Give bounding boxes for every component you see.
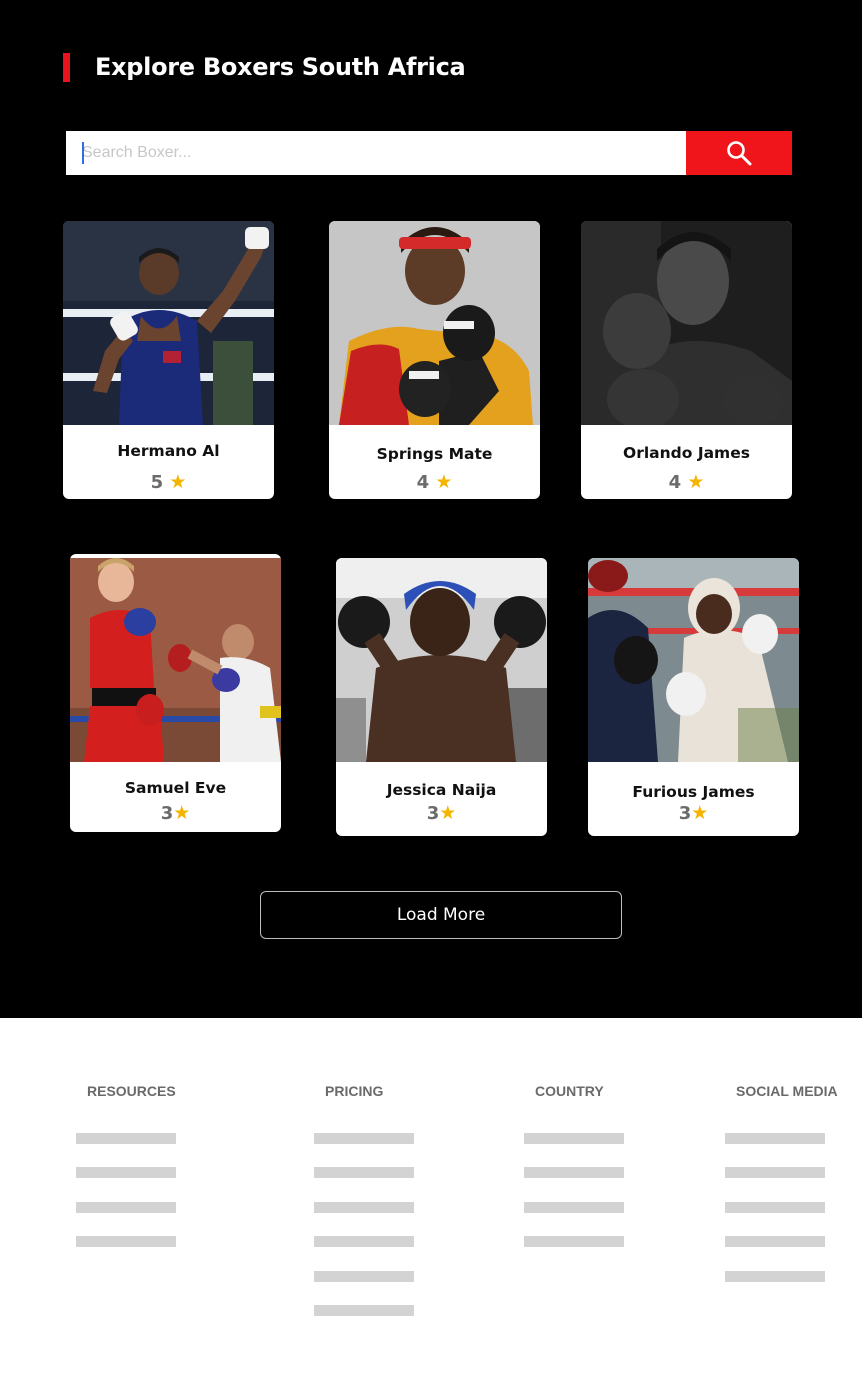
footer-link-placeholder[interactable] xyxy=(524,1167,624,1178)
rating-value: 3 xyxy=(160,803,174,824)
boxer-name: Samuel Eve xyxy=(124,779,227,797)
footer-link-placeholder[interactable] xyxy=(76,1202,176,1213)
rating-value: 3 xyxy=(678,803,692,824)
footer-link-placeholder[interactable] xyxy=(314,1167,414,1178)
page-title: Explore Boxers South Africa xyxy=(95,53,466,81)
rating-value: 5 xyxy=(150,472,164,493)
load-more-button[interactable]: Load More xyxy=(260,891,622,939)
boxer-photo xyxy=(329,221,540,425)
boxer-card[interactable]: Springs Mate 4 ★ xyxy=(329,221,540,499)
boxer-card[interactable]: Orlando James 4 ★ xyxy=(581,221,792,499)
rating-value: 4 xyxy=(668,472,682,493)
boxer-rating: 3★ xyxy=(336,802,547,824)
boxer-photo xyxy=(70,558,281,762)
boxer-name: Furious James xyxy=(632,783,755,801)
footer-link-placeholder[interactable] xyxy=(314,1236,414,1247)
footer-link-placeholder[interactable] xyxy=(725,1133,825,1144)
boxer-rating: 4 ★ xyxy=(329,471,540,493)
boxer-card[interactable]: Samuel Eve 3★ xyxy=(70,554,281,832)
search-input[interactable] xyxy=(66,131,686,175)
boxer-rating: 5 ★ xyxy=(63,471,274,493)
search-button[interactable] xyxy=(686,131,792,175)
search-icon xyxy=(727,141,752,166)
star-icon: ★ xyxy=(439,802,457,824)
footer-link-placeholder[interactable] xyxy=(524,1202,624,1213)
footer-link-placeholder[interactable] xyxy=(76,1133,176,1144)
footer-link-placeholder[interactable] xyxy=(314,1202,414,1213)
footer-title-social-media: SOCIAL MEDIA xyxy=(736,1083,838,1099)
footer-link-placeholder[interactable] xyxy=(314,1271,414,1282)
footer-link-placeholder[interactable] xyxy=(725,1202,825,1213)
rating-value: 3 xyxy=(426,803,440,824)
boxer-name: Springs Mate xyxy=(376,445,493,463)
footer-link-placeholder[interactable] xyxy=(725,1236,825,1247)
rating-value: 4 xyxy=(416,472,430,493)
footer-title-pricing: PRICING xyxy=(325,1083,384,1099)
star-icon: ★ xyxy=(691,802,709,824)
boxer-photo xyxy=(63,221,274,425)
boxer-card[interactable]: Furious James 3★ xyxy=(588,558,799,836)
footer-link-placeholder[interactable] xyxy=(314,1133,414,1144)
footer-link-placeholder[interactable] xyxy=(76,1236,176,1247)
footer-title-resources: RESOURCES xyxy=(87,1083,176,1099)
footer-title-country: COUNTRY xyxy=(535,1083,604,1099)
boxer-name: Jessica Naija xyxy=(386,781,497,799)
text-caret xyxy=(82,142,84,164)
boxer-photo xyxy=(336,558,547,762)
title-accent-bar xyxy=(63,53,70,82)
boxer-name: Orlando James xyxy=(623,444,750,462)
footer-link-placeholder[interactable] xyxy=(725,1271,825,1282)
star-icon: ★ xyxy=(173,802,191,824)
footer-link-placeholder[interactable] xyxy=(524,1236,624,1247)
boxer-rating: 3★ xyxy=(588,802,799,824)
star-icon: ★ xyxy=(687,471,705,493)
footer-link-placeholder[interactable] xyxy=(314,1305,414,1316)
boxer-card[interactable]: Hermano Al 5 ★ xyxy=(63,221,274,499)
boxer-rating: 3★ xyxy=(70,802,281,824)
boxer-rating: 4 ★ xyxy=(581,471,792,493)
search-box xyxy=(66,131,686,175)
boxer-photo xyxy=(588,558,799,762)
star-icon: ★ xyxy=(435,471,453,493)
boxer-card[interactable]: Jessica Naija 3★ xyxy=(336,558,547,836)
boxer-photo xyxy=(581,221,792,425)
star-icon: ★ xyxy=(169,471,187,493)
boxer-name: Hermano Al xyxy=(117,442,220,460)
footer-link-placeholder[interactable] xyxy=(76,1167,176,1178)
footer-link-placeholder[interactable] xyxy=(725,1167,825,1178)
footer-link-placeholder[interactable] xyxy=(524,1133,624,1144)
